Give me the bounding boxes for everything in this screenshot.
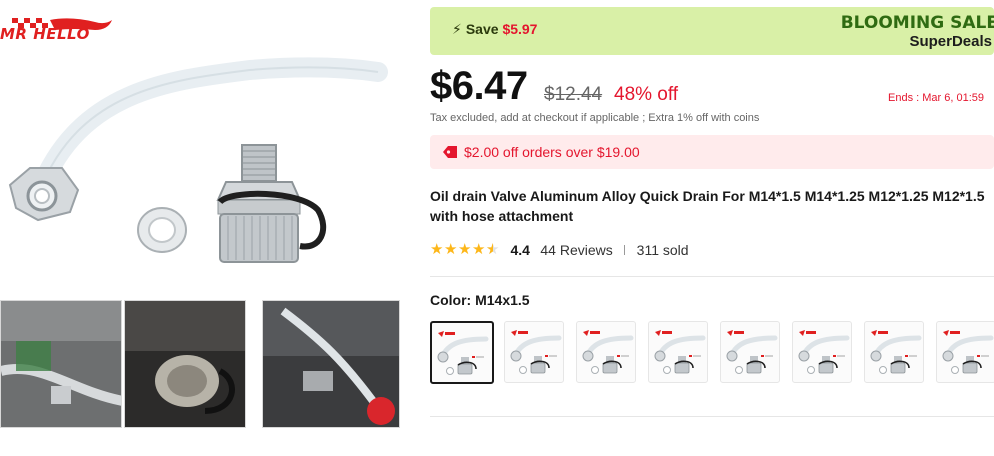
color-swatch[interactable]	[430, 321, 494, 384]
star-icon: ★	[458, 241, 472, 258]
thumbnail-image[interactable]	[262, 300, 400, 428]
color-swatch[interactable]	[864, 321, 924, 383]
save-label: Save	[465, 21, 499, 37]
color-swatch[interactable]	[720, 321, 780, 383]
tax-note: Tax excluded, add at checkout if applica…	[430, 112, 760, 124]
sold-count: 311 sold	[636, 241, 689, 258]
brand-logo-text: MR HELLO	[0, 25, 90, 43]
color-swatch[interactable]	[936, 321, 994, 383]
section-divider	[430, 276, 994, 277]
product-title: Oil drain Valve Aluminum Alloy Quick Dra…	[430, 188, 985, 224]
current-price: $6.47	[430, 64, 528, 108]
color-swatch[interactable]	[504, 321, 564, 383]
rating-stars: ★★★★★ ★	[430, 240, 500, 259]
thumbnail-image[interactable]	[0, 300, 122, 428]
thumbnail-image[interactable]	[124, 300, 246, 428]
rating-value: 4.4	[510, 241, 530, 258]
sale-ends-timer: Ends : Mar 6, 01:59	[888, 92, 984, 104]
promo-banner[interactable]: ⚡︎ Save $5.97 BLOOMING SALE SuperDeals	[430, 7, 994, 55]
half-star-icon: ★ ★	[486, 241, 500, 258]
thumbnail-strip	[0, 300, 410, 428]
sale-title: BLOOMING SALE	[840, 13, 994, 33]
main-product-image[interactable]	[0, 50, 410, 290]
product-gallery: MR HELLO	[0, 0, 410, 456]
divider	[624, 244, 626, 255]
coupon-text: $2.00 off orders over $19.00	[464, 144, 640, 160]
save-badge: ⚡︎ Save $5.97	[452, 21, 537, 38]
color-swatch[interactable]	[576, 321, 636, 383]
sale-subtitle: SuperDeals	[909, 33, 992, 50]
lightning-icon: ⚡︎	[452, 21, 462, 37]
price-row: $6.47 $12.44 48% off Ends : Mar 6, 01:59	[430, 64, 994, 114]
section-divider	[430, 416, 994, 417]
color-swatch[interactable]	[792, 321, 852, 383]
save-amount: $5.97	[502, 21, 538, 37]
original-price: $12.44	[544, 84, 603, 105]
color-swatches	[430, 321, 994, 385]
color-label: Color: M14x1.5	[430, 292, 530, 308]
product-info: ⚡︎ Save $5.97 BLOOMING SALE SuperDeals $6…	[430, 0, 994, 456]
coupon-banner[interactable]: $2.00 off orders over $19.00	[430, 135, 994, 169]
color-swatch[interactable]	[648, 321, 708, 383]
star-icon: ★	[472, 241, 486, 258]
reviews-link[interactable]: 44 Reviews	[540, 242, 612, 258]
star-icon: ★	[430, 241, 444, 258]
tag-icon	[443, 146, 457, 158]
discount-percent: 48% off	[614, 84, 679, 105]
star-icon: ★	[444, 241, 458, 258]
rating-row[interactable]: ★★★★★ ★ 4.4 44 Reviews 311 sold	[430, 240, 689, 260]
